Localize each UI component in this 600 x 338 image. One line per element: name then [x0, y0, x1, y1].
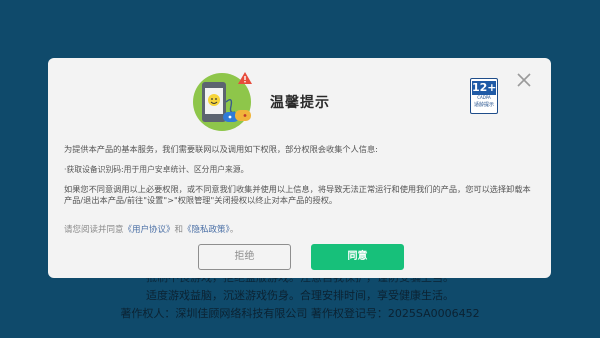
agree-prefix: 请您阅读并同意: [64, 225, 124, 235]
user-agreement-link[interactable]: 《用户协议》: [124, 225, 175, 235]
close-icon[interactable]: [514, 70, 534, 90]
permission-text: 为提供本产品的基本服务，我们需要联网以及调用如下权限，部分权限会收集个人信息: …: [64, 144, 534, 215]
agreement-line: 请您阅读并同意《用户协议》和《隐私政策》。: [64, 223, 238, 235]
privacy-policy-link[interactable]: 《隐私政策》: [183, 225, 230, 235]
paragraph-refusal: 如果您不同意调用以上必要权限，或不同意我们收集并使用以上信息，将导致无法正常运行…: [64, 184, 531, 205]
footer-line-3: 著作权人：深圳佳顾网络科技有限公司 著作权登记号：2025SA0006452: [120, 307, 480, 320]
background-footer: 抵制不良游戏，拒绝盗版游戏。注意自我保护，谨防受骗上当。 适度游戏益脑，沉迷游戏…: [0, 268, 600, 338]
paragraph-device-id: ·获取设备识别码:用于用户安卓统计、区分用户来源。: [64, 165, 249, 174]
paragraph-intro: 为提供本产品的基本服务，我们需要联网以及调用如下权限，部分权限会收集个人信息:: [64, 144, 378, 154]
footer-line-2: 适度游戏益脑，沉迷游戏伤身。合理安排时间，享受健康生活。: [146, 289, 454, 302]
age-rating-tip: 适龄提示: [473, 102, 494, 108]
accept-button[interactable]: 同意: [311, 244, 404, 270]
age-rating-badge: 12+ CADPA 适龄提示: [470, 78, 498, 114]
phone-permission-illustration-icon: [193, 72, 252, 131]
reject-button[interactable]: 拒绝: [198, 244, 291, 270]
permission-dialog: 温馨提示 12+ CADPA 适龄提示 为提供本产品的基本服务，我们需要联网以及…: [48, 58, 551, 278]
agree-and: 和: [174, 225, 184, 235]
age-rating-number: 12+: [472, 81, 497, 95]
dialog-title: 温馨提示: [270, 95, 330, 111]
agree-suffix: 。: [229, 225, 239, 235]
